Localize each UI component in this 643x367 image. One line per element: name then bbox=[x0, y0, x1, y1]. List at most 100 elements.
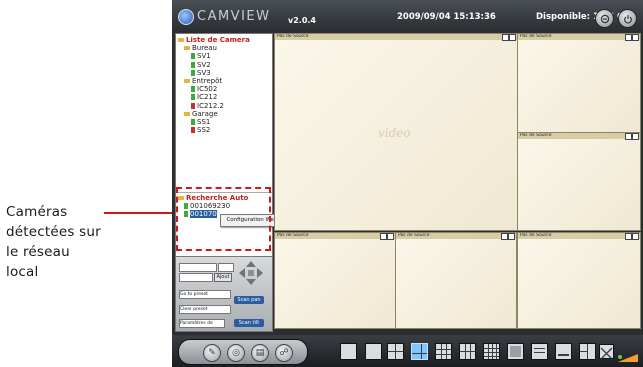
video-view-main[interactable]: Pas de Source video bbox=[274, 33, 518, 231]
camera-name: SV2 bbox=[197, 60, 211, 69]
schedule-icon[interactable]: ▤ bbox=[251, 344, 269, 362]
video-view-2[interactable]: Pas de Source bbox=[517, 33, 641, 133]
camera-name: SV1 bbox=[197, 52, 211, 61]
camera-item[interactable]: SV3 bbox=[178, 69, 270, 77]
camera-online-icon bbox=[191, 86, 195, 93]
close-view-icon[interactable] bbox=[632, 133, 639, 140]
layout-9-icon[interactable] bbox=[435, 343, 452, 360]
layout-8-icon[interactable] bbox=[507, 343, 524, 360]
camera-name: IC212 bbox=[197, 93, 218, 102]
snapshot-icon[interactable] bbox=[502, 34, 509, 41]
direction-arrows-icon[interactable] bbox=[238, 260, 264, 286]
camera-list-title-text: Liste de Camera bbox=[186, 36, 250, 44]
camera-name: SS1 bbox=[197, 118, 211, 127]
fullscreen-icon[interactable] bbox=[599, 344, 614, 360]
camera-name: IC212.2 bbox=[197, 101, 224, 110]
camera-item[interactable]: SS1 bbox=[178, 118, 270, 126]
annotation-line-3: le réseau bbox=[6, 244, 70, 260]
layout-10-icon[interactable] bbox=[531, 343, 548, 360]
minimize-icon[interactable] bbox=[595, 9, 614, 28]
app-version: v2.0.4 bbox=[288, 16, 316, 25]
current-datetime: 2009/09/04 15:13:36 bbox=[397, 12, 496, 22]
close-view-icon[interactable] bbox=[508, 233, 515, 240]
camera-item[interactable]: IC502 bbox=[178, 85, 270, 93]
close-view-icon[interactable] bbox=[387, 233, 394, 240]
group-bureau[interactable]: Bureau bbox=[178, 44, 270, 52]
layout-single-icon[interactable] bbox=[340, 343, 357, 360]
layout-16-icon[interactable] bbox=[483, 343, 500, 360]
video-view-5[interactable]: Pas de Source bbox=[395, 232, 517, 329]
ptz-direction-pad bbox=[238, 260, 264, 286]
layout-6-icon[interactable] bbox=[411, 343, 428, 360]
camera-offline-icon bbox=[191, 127, 195, 134]
clear-preset-select[interactable]: Clear preset bbox=[179, 305, 231, 314]
view-header: Pas de Source bbox=[396, 233, 516, 239]
no-source-label: Pas de Source bbox=[277, 233, 309, 238]
cameras-icon[interactable]: ☍ bbox=[275, 344, 293, 362]
no-source-label: Pas de Source bbox=[398, 233, 430, 238]
close-view-icon[interactable] bbox=[509, 34, 516, 41]
camera-item[interactable]: IC212 bbox=[178, 93, 270, 101]
group-entrepot[interactable]: Entrepôt bbox=[178, 77, 270, 85]
video-grid: Pas de Source video Pas de Source Pas de… bbox=[274, 33, 641, 329]
disc-icon[interactable]: ◎ bbox=[227, 344, 245, 362]
app-brand: CAMVIEW bbox=[197, 9, 271, 24]
disk-available: Disponible: 14,6 GB bbox=[536, 12, 631, 22]
goto-preset-select[interactable]: Go to preset bbox=[179, 290, 231, 299]
group-garage[interactable]: Garage bbox=[178, 110, 270, 118]
view-header: Pas de Source bbox=[275, 233, 395, 239]
preset-name-input[interactable] bbox=[179, 263, 217, 272]
camera-logo-icon bbox=[178, 9, 194, 25]
snapshot-icon[interactable] bbox=[625, 133, 632, 140]
camera-online-icon bbox=[191, 94, 195, 101]
layout-7-icon[interactable] bbox=[555, 343, 572, 360]
volume-icon[interactable] bbox=[616, 347, 638, 362]
power-icon[interactable] bbox=[618, 9, 637, 28]
video-view-6[interactable]: Pas de Source bbox=[517, 232, 641, 329]
video-view-4[interactable]: Pas de Source bbox=[274, 232, 396, 329]
layout-9b-icon[interactable] bbox=[579, 343, 596, 360]
video-view-3[interactable]: Pas de Source bbox=[517, 132, 641, 231]
params-button[interactable]: Paramètres de bbox=[179, 319, 225, 328]
close-view-icon[interactable] bbox=[632, 233, 639, 240]
preset-number-input[interactable] bbox=[218, 263, 234, 272]
layout-4-icon[interactable] bbox=[387, 343, 404, 360]
camera-list-title: Liste de Camera bbox=[178, 36, 270, 44]
view-header: Pas de Source bbox=[275, 34, 517, 40]
camera-item[interactable]: SV1 bbox=[178, 52, 270, 60]
camera-online-icon bbox=[191, 119, 195, 126]
camera-item[interactable]: SS2 bbox=[178, 126, 270, 134]
folder-icon bbox=[184, 46, 190, 51]
layout-single-icon[interactable] bbox=[365, 343, 382, 360]
preset-input[interactable] bbox=[179, 273, 213, 282]
folder-icon bbox=[184, 111, 190, 116]
snapshot-icon[interactable] bbox=[625, 34, 632, 41]
annotation-line-2: détectées sur bbox=[6, 224, 101, 240]
group-name: Entrepôt bbox=[192, 77, 223, 86]
no-source-label: Pas de Source bbox=[520, 133, 552, 138]
scan-pan-button[interactable]: Scan pan bbox=[234, 296, 264, 304]
no-source-label: Pas de Source bbox=[520, 34, 552, 39]
camera-item[interactable]: SV2 bbox=[178, 61, 270, 69]
view-header: Pas de Source bbox=[518, 34, 640, 40]
layout-13-icon[interactable] bbox=[459, 343, 476, 360]
add-preset-button[interactable]: Ajout bbox=[214, 273, 232, 282]
camera-name: SS2 bbox=[197, 126, 211, 135]
camera-tree: Liste de Camera Bureau SV1 SV2 SV3 Entre… bbox=[178, 36, 270, 134]
view-header: Pas de Source bbox=[518, 233, 640, 239]
tools-pill: ✎ ◎ ▤ ☍ bbox=[178, 339, 308, 365]
settings-wrench-icon[interactable]: ✎ bbox=[203, 344, 221, 362]
snapshot-icon[interactable] bbox=[501, 233, 508, 240]
camera-online-icon bbox=[191, 61, 195, 68]
no-source-label: Pas de Source bbox=[520, 233, 552, 238]
snapshot-icon[interactable] bbox=[380, 233, 387, 240]
scan-tilt-button[interactable]: Scan tilt bbox=[234, 319, 264, 327]
close-view-icon[interactable] bbox=[632, 34, 639, 41]
bottom-toolbar: ✎ ◎ ▤ ☍ bbox=[172, 335, 643, 367]
view-header: Pas de Source bbox=[518, 133, 640, 139]
camera-item[interactable]: IC212.2 bbox=[178, 102, 270, 110]
annotation-leader-line bbox=[104, 212, 176, 214]
snapshot-icon[interactable] bbox=[625, 233, 632, 240]
clear-preset-label: Clear preset bbox=[180, 307, 208, 312]
folder-icon bbox=[184, 79, 190, 84]
